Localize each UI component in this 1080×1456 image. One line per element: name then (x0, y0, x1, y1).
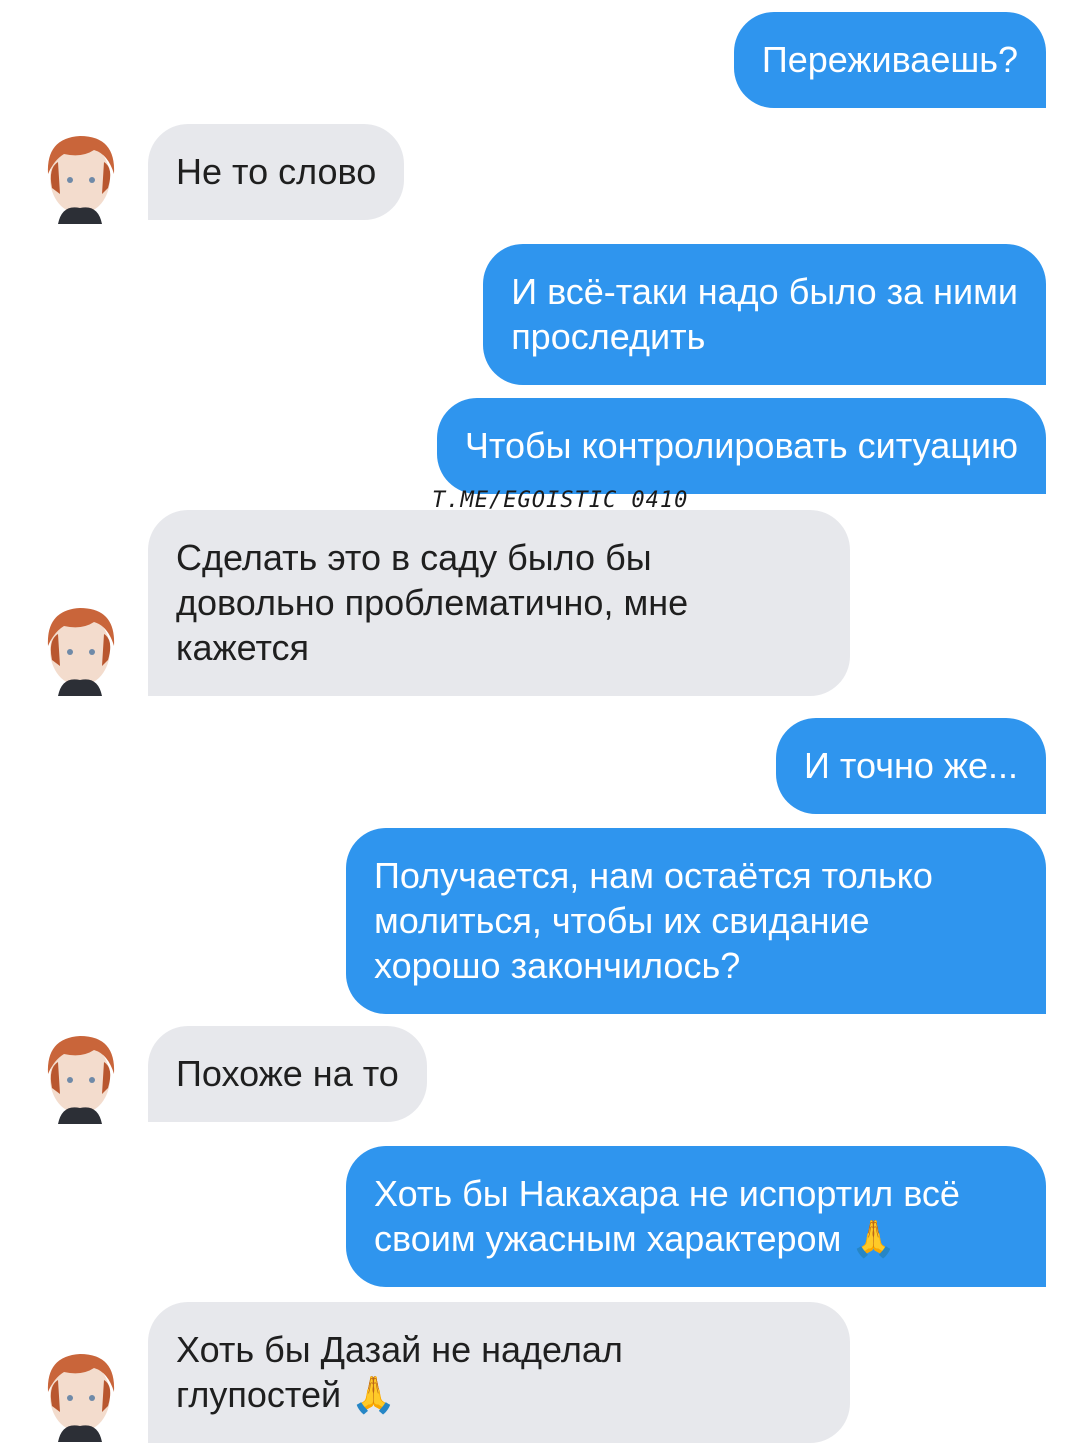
message-bubble-outgoing[interactable]: И точно же... (776, 718, 1046, 814)
message-bubble-incoming[interactable]: Хоть бы Дазай не наделал глупостей 🙏 (148, 1302, 850, 1443)
message-bubble-outgoing[interactable]: Получается, нам остаётся только молиться… (346, 828, 1046, 1014)
message-bubble-incoming[interactable]: Не то слово (148, 124, 405, 220)
contact-avatar-icon[interactable] (38, 1028, 122, 1124)
message-bubble-outgoing[interactable]: Переживаешь? (733, 12, 1046, 108)
message-bubble-outgoing[interactable]: Чтобы контролировать ситуацию (436, 398, 1046, 494)
message-bubble-outgoing[interactable]: Хоть бы Накахара не испортил всё своим у… (346, 1146, 1046, 1287)
message-bubble-incoming[interactable]: Сделать это в саду было бы довольно проб… (148, 510, 850, 696)
contact-avatar-icon[interactable] (38, 128, 122, 224)
message-bubble-incoming[interactable]: Похоже на то (148, 1026, 427, 1122)
contact-avatar-icon[interactable] (38, 600, 122, 696)
chat-thread: Переживаешь? Не то слово И всё-таки надо… (0, 0, 1080, 1456)
contact-avatar-icon[interactable] (38, 1346, 122, 1442)
message-bubble-outgoing[interactable]: И всё-таки надо было за ними проследить (483, 244, 1046, 385)
